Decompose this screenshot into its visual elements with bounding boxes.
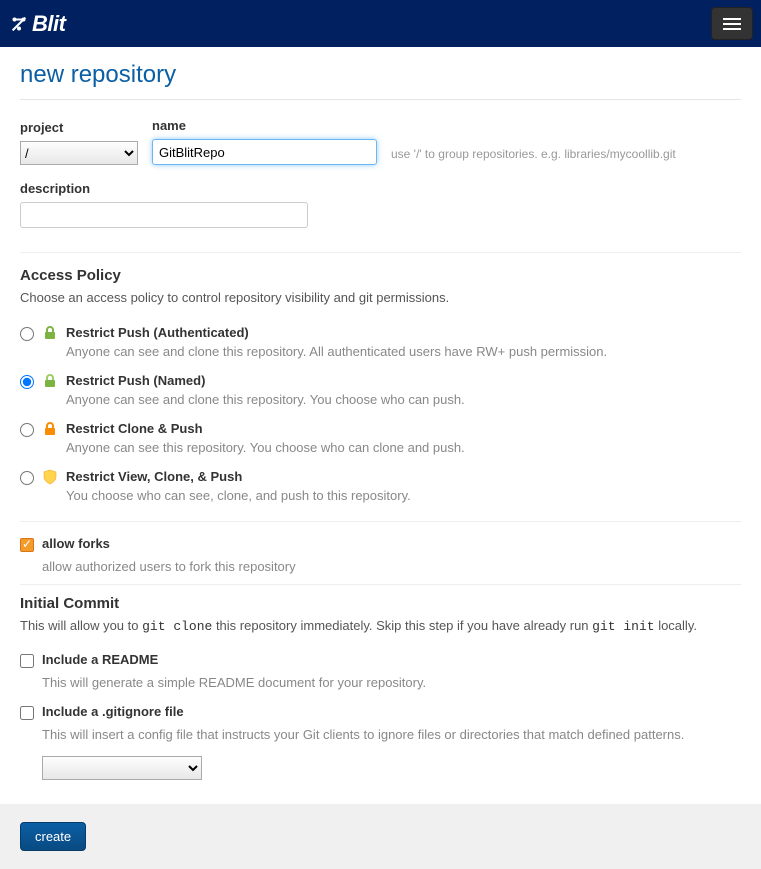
allow-forks-desc: allow authorized users to fork this repo…: [42, 559, 741, 574]
allow-forks-checkbox[interactable]: [20, 538, 34, 552]
policy-radio[interactable]: [20, 327, 34, 341]
policy-label: Restrict View, Clone, & Push: [66, 469, 741, 484]
include-readme-desc: This will generate a simple README docum…: [42, 675, 741, 690]
lock-green-open-icon: [42, 373, 58, 407]
policy-radio[interactable]: [20, 423, 34, 437]
lock-orange-icon: [42, 421, 58, 455]
policy-desc: Anyone can see this repository. You choo…: [66, 440, 741, 455]
brand[interactable]: Blit: [8, 11, 65, 37]
access-policy-list: Restrict Push (Authenticated) Anyone can…: [20, 319, 741, 511]
divider: [20, 99, 741, 100]
access-policy-subtitle: Choose an access policy to control repos…: [20, 290, 741, 305]
allow-forks-row: allow forks: [20, 532, 741, 556]
include-readme-label: Include a README: [42, 652, 158, 667]
initial-commit-text: This will allow you to git clone this re…: [20, 618, 741, 634]
project-label: project: [20, 120, 138, 135]
policy-label: Restrict Push (Named): [66, 373, 741, 388]
policy-label: Restrict Clone & Push: [66, 421, 741, 436]
allow-forks-label: allow forks: [42, 536, 110, 551]
policy-desc: You choose who can see, clone, and push …: [66, 488, 741, 503]
brand-text: Blit: [32, 11, 65, 37]
footer-bar: create: [0, 804, 761, 869]
create-button[interactable]: create: [20, 822, 86, 851]
menu-toggle-button[interactable]: [711, 7, 753, 40]
include-gitignore-desc: This will insert a config file that inst…: [42, 727, 741, 742]
description-field: description: [20, 181, 741, 228]
policy-option-restrict-clone-push: Restrict Clone & Push Anyone can see thi…: [20, 415, 741, 463]
divider: [20, 252, 741, 253]
policy-radio[interactable]: [20, 375, 34, 389]
policy-option-restrict-view-clone-push: Restrict View, Clone, & Push You choose …: [20, 463, 741, 511]
policy-option-restrict-push-auth: Restrict Push (Authenticated) Anyone can…: [20, 319, 741, 367]
include-gitignore-label: Include a .gitignore file: [42, 704, 184, 719]
divider: [20, 584, 741, 585]
policy-label: Restrict Push (Authenticated): [66, 325, 741, 340]
git-logo-icon: [8, 13, 30, 35]
initial-commit-title: Initial Commit: [20, 595, 741, 612]
description-input[interactable]: [20, 202, 308, 228]
include-readme-row: Include a README: [20, 648, 741, 672]
include-gitignore-checkbox[interactable]: [20, 706, 34, 720]
page-title: new repository: [20, 61, 741, 89]
navbar: Blit: [0, 0, 761, 47]
policy-desc: Anyone can see and clone this repository…: [66, 344, 741, 359]
name-input[interactable]: [152, 139, 377, 165]
name-field: name: [152, 118, 377, 165]
gitignore-select[interactable]: [42, 756, 202, 780]
lock-green-icon: [42, 325, 58, 359]
project-select[interactable]: /: [20, 141, 138, 165]
shield-icon: [42, 469, 58, 503]
include-gitignore-row: Include a .gitignore file: [20, 700, 741, 724]
name-row: project / name use '/' to group reposito…: [20, 118, 741, 165]
project-field: project /: [20, 120, 138, 165]
access-policy-title: Access Policy: [20, 267, 741, 284]
policy-option-restrict-push-named: Restrict Push (Named) Anyone can see and…: [20, 367, 741, 415]
divider: [20, 521, 741, 522]
policy-desc: Anyone can see and clone this repository…: [66, 392, 741, 407]
name-label: name: [152, 118, 377, 133]
include-readme-checkbox[interactable]: [20, 654, 34, 668]
name-hint: use '/' to group repositories. e.g. libr…: [391, 147, 676, 165]
description-label: description: [20, 181, 741, 196]
policy-radio[interactable]: [20, 471, 34, 485]
